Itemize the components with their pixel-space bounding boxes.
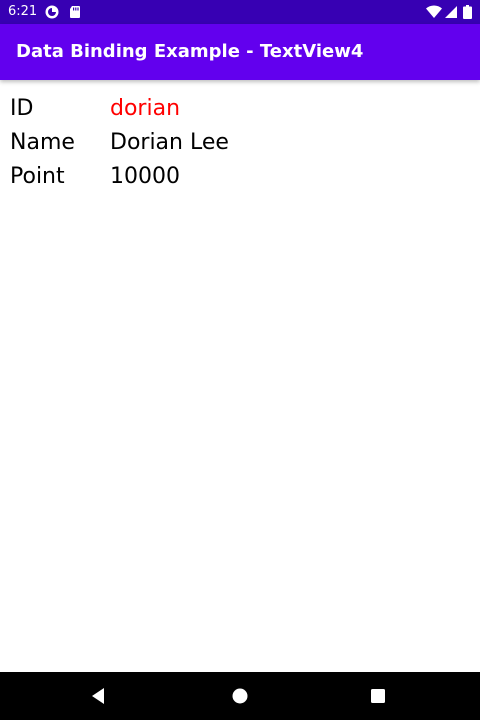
field-label-id: ID: [10, 96, 34, 121]
recents-icon[interactable]: [366, 684, 390, 708]
app-bar: Data Binding Example - TextView4: [0, 24, 480, 80]
cell-signal-icon: [445, 6, 457, 18]
field-value-name: Dorian Lee: [110, 130, 229, 155]
field-label-name: Name: [10, 130, 75, 155]
status-bar: 6:21: [0, 0, 480, 24]
field-value-id: dorian: [110, 96, 181, 121]
wifi-icon: [426, 5, 442, 18]
sd-card-icon: [70, 6, 80, 18]
pocket-app-icon: [45, 5, 59, 19]
navigation-bar: [0, 672, 480, 720]
back-icon[interactable]: [87, 684, 111, 708]
field-value-point: 10000: [110, 164, 180, 189]
home-icon[interactable]: [228, 684, 252, 708]
status-time: 6:21: [8, 4, 38, 19]
battery-icon: [463, 5, 472, 19]
app-title: Data Binding Example - TextView4: [16, 41, 364, 62]
field-label-point: Point: [10, 164, 65, 189]
